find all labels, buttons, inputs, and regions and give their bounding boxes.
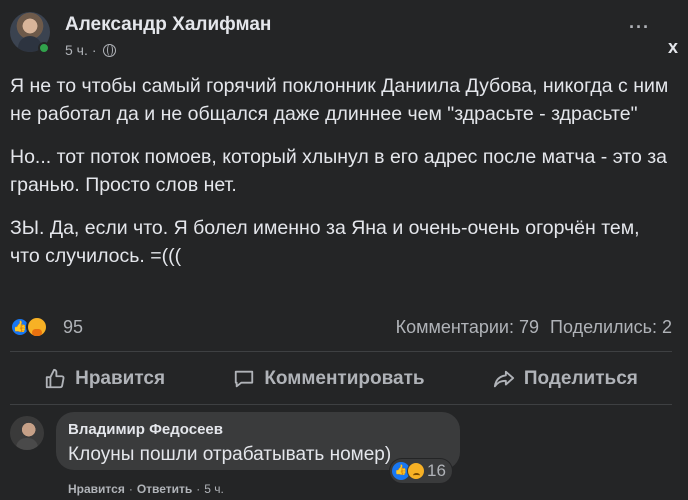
separator: · bbox=[128, 482, 133, 496]
separator: · bbox=[196, 482, 201, 496]
globe-icon bbox=[102, 43, 116, 57]
comment-reply-link[interactable]: Ответить bbox=[137, 482, 192, 496]
post-header: Александр Халифман 5 ч. · ··· x bbox=[10, 12, 678, 62]
comments-count-link[interactable]: Комментарии: 79 bbox=[396, 317, 539, 338]
comment-actions: Нравится · Ответить · 5 ч. bbox=[68, 482, 224, 496]
comment-button[interactable]: Комментировать bbox=[223, 358, 434, 400]
reaction-count[interactable]: 95 bbox=[63, 317, 83, 338]
share-arrow-icon bbox=[493, 370, 514, 388]
post-paragraph: Но... тот поток помоев, который хлынул в… bbox=[10, 146, 667, 196]
post-time[interactable]: 5 ч. bbox=[65, 42, 88, 58]
commenter-avatar[interactable] bbox=[10, 416, 44, 450]
sad-reaction-icon bbox=[407, 462, 425, 480]
reaction-icons[interactable]: 👍 bbox=[10, 316, 54, 338]
like-button-label: Нравится bbox=[75, 368, 166, 389]
reactions-summary: 👍 95 Комментарии: 79 Поделились: 2 bbox=[10, 314, 672, 342]
care-reaction-icon bbox=[26, 316, 48, 338]
close-icon[interactable]: x bbox=[668, 37, 678, 58]
commenter-name[interactable]: Владимир Федосеев bbox=[68, 421, 448, 438]
thumbs-up-icon bbox=[45, 368, 65, 389]
comment-time[interactable]: 5 ч. bbox=[204, 482, 224, 496]
speech-bubble-icon bbox=[235, 370, 254, 388]
divider bbox=[10, 351, 672, 352]
post-text: Я не то чтобы самый горячий поклонник Да… bbox=[10, 72, 672, 285]
post-actions: Нравится Комментировать Поделиться bbox=[10, 358, 672, 400]
more-options-icon[interactable]: ··· bbox=[629, 18, 650, 36]
author-name[interactable]: Александр Халифман bbox=[65, 14, 271, 36]
share-button-label: Поделиться bbox=[523, 368, 638, 389]
shares-count-link[interactable]: Поделились: 2 bbox=[550, 317, 672, 338]
comment-text: Клоуны пошли отрабатывать номер) bbox=[68, 444, 392, 465]
comment: Владимир Федосеев Клоуны пошли отрабатыв… bbox=[10, 412, 678, 500]
post-paragraph: ЗЫ. Да, если что. Я болел именно за Яна … bbox=[10, 217, 640, 267]
like-button[interactable]: Нравится bbox=[34, 358, 175, 400]
comment-button-label: Комментировать bbox=[264, 368, 425, 389]
post-paragraph: Я не то чтобы самый горячий поклонник Да… bbox=[10, 75, 669, 125]
engagement-counts: Комментарии: 79 Поделились: 2 bbox=[396, 317, 672, 338]
comment-reactions[interactable]: 👍 16 bbox=[390, 459, 452, 483]
comment-like-link[interactable]: Нравится bbox=[68, 482, 125, 496]
post-meta: 5 ч. · bbox=[65, 42, 116, 58]
online-status-icon bbox=[38, 42, 50, 54]
meta-separator: · bbox=[91, 42, 97, 58]
comment-reaction-count: 16 bbox=[427, 461, 446, 480]
share-button[interactable]: Поделиться bbox=[483, 358, 648, 400]
divider bbox=[10, 404, 672, 405]
